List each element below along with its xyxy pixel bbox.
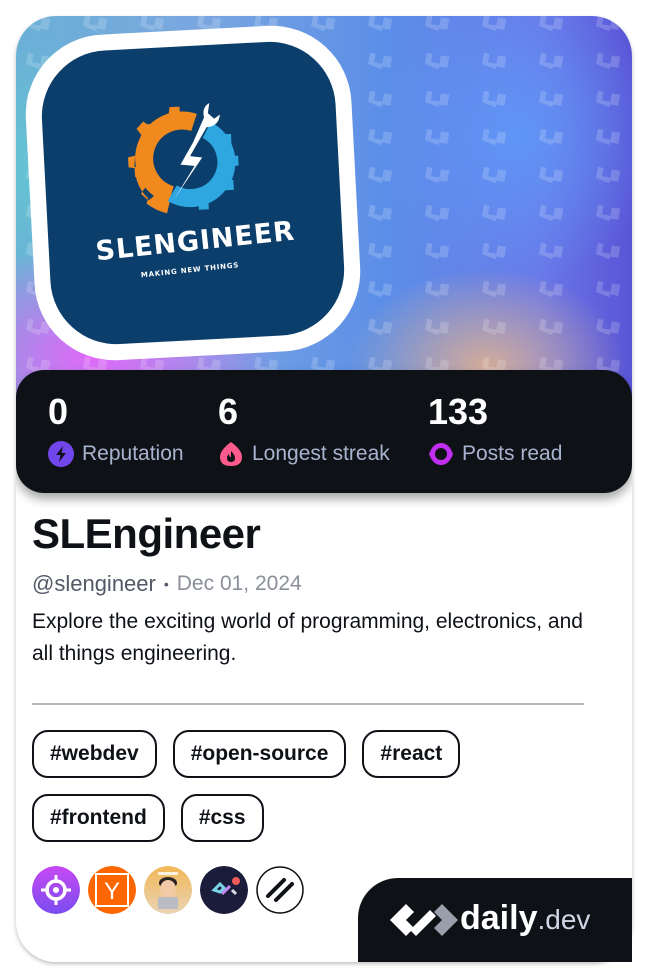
pattern-mark [368,90,393,108]
avatar-frame: SLENGINEER MAKING NEW THINGS [21,21,365,365]
y-letter: Y [104,878,120,905]
tag-chip[interactable]: #webdev [32,730,157,778]
stat-reputation: 0 Reputation [48,390,184,468]
pattern-mark [425,204,450,222]
slengineer-logo: SLENGINEER MAKING NEW THINGS [94,103,296,279]
daily-dev-logo-icon [390,904,458,936]
double-slash-icon [256,866,304,914]
pattern-mark [482,16,507,32]
pattern-mark [368,318,393,336]
pattern-mark [539,166,564,184]
pattern-mark [425,16,450,32]
pattern-mark [596,52,621,70]
pattern-mark [368,242,393,260]
pattern-mark [425,52,450,70]
pattern-mark [482,242,507,260]
tag-chip[interactable]: #react [362,730,461,778]
joined-date: Dec 01, 2024 [176,572,302,595]
pattern-mark [425,166,450,184]
profile-info: SLEngineer @slengineer • Dec 01, 2024 Ex… [32,508,592,670]
memoji-avatar-icon [144,866,192,914]
pattern-mark [539,280,564,298]
daily-dev-icon [200,866,248,914]
pattern-mark [425,318,450,336]
pattern-mark [596,318,621,336]
pattern-mark [482,90,507,108]
pattern-mark [482,204,507,222]
pattern-mark [539,318,564,336]
tag-chip[interactable]: #open-source [172,730,347,778]
stat-label: Reputation [82,442,184,465]
tag-chip[interactable]: #frontend [32,794,165,842]
pattern-mark [539,90,564,108]
pattern-mark [425,128,450,146]
daily-dev-brand[interactable]: daily.dev [358,878,632,962]
profile-handle: @slengineer [32,571,156,596]
stat-posts-read: 133 Posts read [428,390,562,468]
pattern-mark [539,52,564,70]
tag-chip[interactable]: #css [180,794,264,842]
stat-longest-streak: 6 Longest streak [218,390,390,468]
stats-bar: 0 Reputation 6 Longest streak 133 Posts … [16,370,632,493]
pattern-mark [596,128,621,146]
pattern-mark [539,204,564,222]
pattern-mark [425,280,450,298]
pattern-mark [482,52,507,70]
pattern-mark [596,204,621,222]
pattern-mark [596,242,621,260]
pattern-mark [368,52,393,70]
pattern-mark [596,90,621,108]
pattern-mark [539,16,564,32]
hacker-news-source[interactable]: Y [88,866,136,914]
pattern-mark [596,166,621,184]
tag-list: #webdev #open-source #react #frontend #c… [32,730,592,842]
pattern-mark [368,166,393,184]
y-icon: Y [88,866,136,914]
divider [32,703,584,705]
ring-icon [429,443,453,465]
logo-text: SLENGINEER [94,216,296,268]
profile-name: SLEngineer [32,510,261,557]
profile-meta: @slengineer • Dec 01, 2024 [32,570,592,598]
logo-tagline: MAKING NEW THINGS [141,261,240,279]
lightning-icon [48,441,74,467]
stat-value: 0 [48,391,69,432]
crosshair-source[interactable] [32,866,80,914]
source-list: Y [32,866,304,914]
pattern-mark [26,16,51,32]
pattern-mark [368,280,393,298]
pattern-mark [539,128,564,146]
stat-value: 133 [428,391,489,432]
cover-background: SLENGINEER MAKING NEW THINGS [16,16,632,416]
separator-dot: • [163,576,169,592]
stat-value: 6 [218,391,239,432]
pattern-mark [482,128,507,146]
pattern-mark [368,128,393,146]
pattern-mark [482,166,507,184]
pattern-mark [482,318,507,336]
pattern-mark [596,16,621,32]
crosshair-icon [32,866,80,914]
slash-source[interactable] [256,866,304,914]
pattern-mark [368,16,393,32]
brand-tld: .dev [537,904,591,935]
pattern-mark [539,242,564,260]
pattern-mark [425,90,450,108]
brand-name: daily [460,899,538,937]
profile-bio: Explore the exciting world of programmin… [32,610,583,665]
pattern-mark [368,204,393,222]
daily-dev-source[interactable] [200,866,248,914]
user-avatar-source[interactable] [144,866,192,914]
stat-label: Longest streak [252,442,390,465]
flame-icon [220,442,242,466]
pattern-mark [596,280,621,298]
stat-label: Posts read [462,442,563,465]
daily-dev-wordmark: daily.dev [460,896,590,942]
pattern-mark [425,242,450,260]
pattern-mark [482,280,507,298]
avatar[interactable]: SLENGINEER MAKING NEW THINGS [38,38,348,348]
